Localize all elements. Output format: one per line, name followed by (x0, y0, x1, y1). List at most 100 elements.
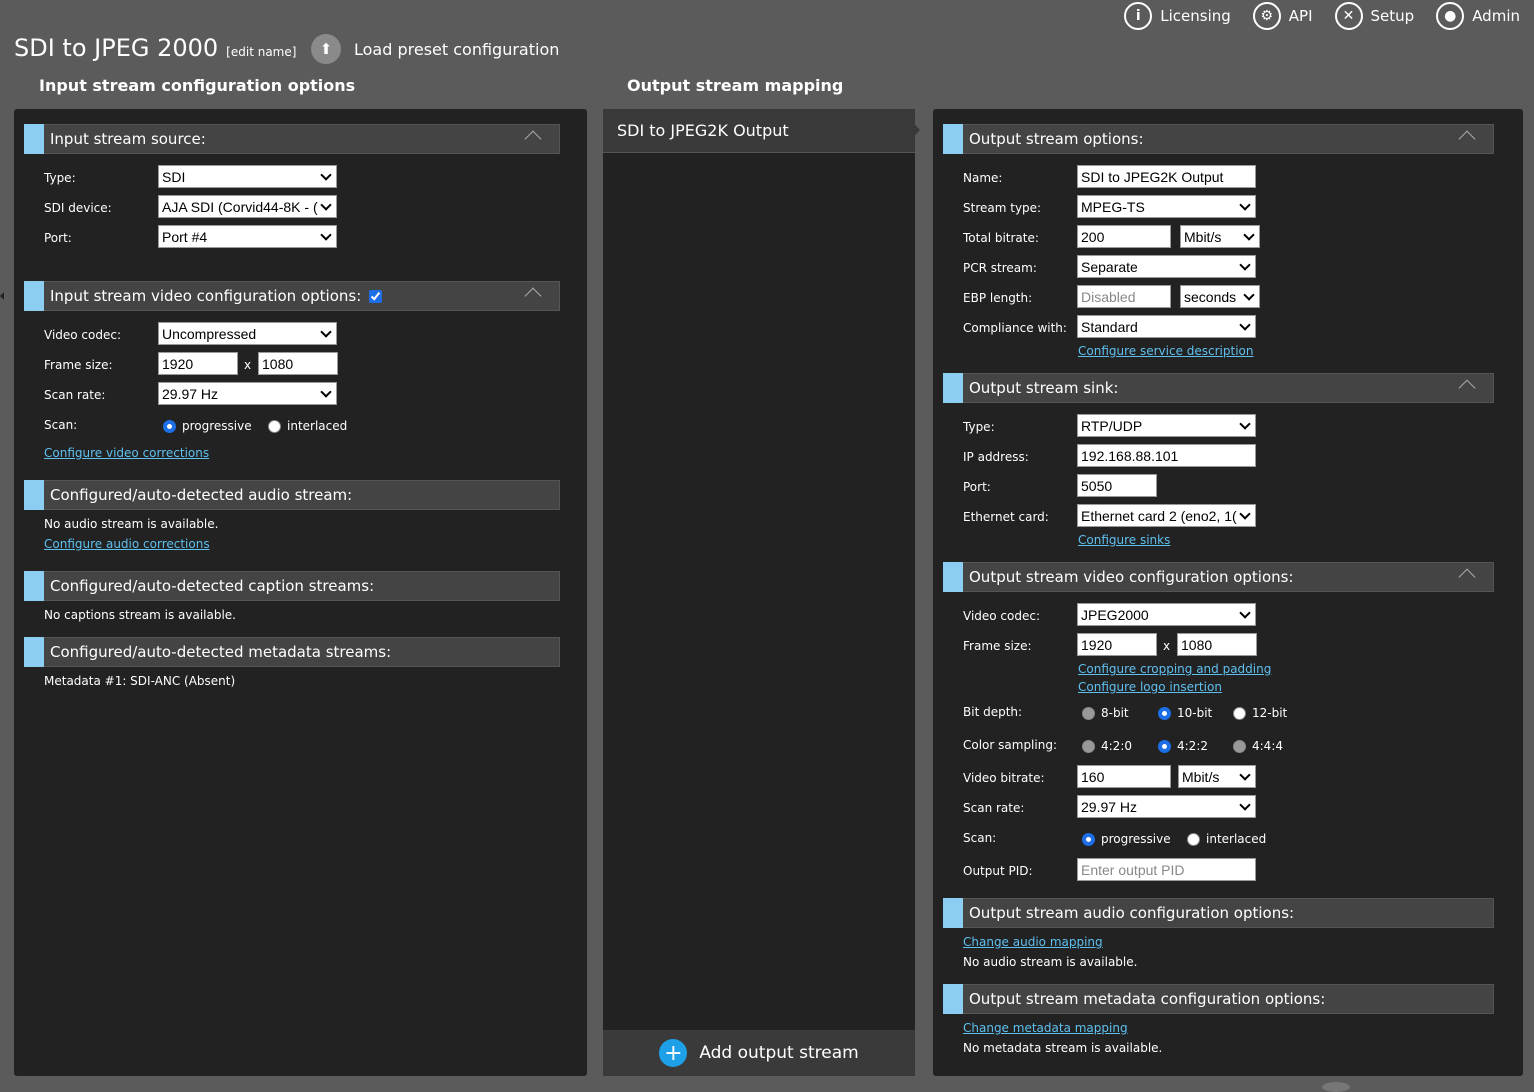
nav-setup-label: Setup (1370, 7, 1415, 25)
output-sink-header[interactable]: Output stream sink: (943, 373, 1494, 403)
chevron-up-icon[interactable] (1458, 130, 1476, 148)
pcr-stream-select[interactable]: Separate (1077, 255, 1256, 278)
chevron-down-icon (320, 198, 332, 211)
output-options-header[interactable]: Output stream options: (943, 124, 1494, 154)
nav-setup[interactable]: ✕ Setup (1334, 2, 1415, 30)
select-value: JPEG2000 (1081, 606, 1149, 623)
type-label: Type: (44, 171, 76, 185)
sink-type-label: Type: (963, 420, 995, 434)
nav-admin[interactable]: ● Admin (1436, 2, 1520, 30)
nav-api[interactable]: ⚙ API (1252, 2, 1313, 30)
out-frame-width-input[interactable]: 1920 (1077, 633, 1157, 656)
load-preset-button[interactable]: ⬆ Load preset configuration (311, 34, 559, 64)
input-captions-header[interactable]: Configured/auto-detected caption streams… (24, 571, 560, 601)
select-value: seconds (1184, 288, 1237, 305)
configure-service-description-link[interactable]: Configure service description (1078, 344, 1254, 358)
ebp-length-input[interactable]: Disabled (1077, 285, 1171, 308)
bitrate-unit-select[interactable]: Mbit/s (1180, 225, 1260, 248)
radio-dot (1158, 706, 1171, 720)
compliance-select[interactable]: Standard (1077, 315, 1256, 338)
chevron-down-icon (320, 385, 332, 398)
radio-label: interlaced (287, 419, 348, 433)
input-source-header[interactable]: Input stream source: (24, 124, 560, 154)
output-audio-header[interactable]: Output stream audio configuration option… (943, 898, 1494, 928)
port-label: Port: (44, 231, 72, 245)
input-metadata-header[interactable]: Configured/auto-detected metadata stream… (24, 637, 560, 667)
total-bitrate-input[interactable]: 200 (1077, 225, 1171, 248)
configure-logo-link[interactable]: Configure logo insertion (1078, 680, 1222, 694)
chevron-up-icon[interactable] (524, 130, 542, 148)
scan-interlaced-radio[interactable]: interlaced (268, 419, 347, 433)
section-title: Input stream source: (50, 130, 206, 148)
total-bitrate-label: Total bitrate: (963, 231, 1039, 245)
radio-dot (1233, 739, 1246, 753)
scan-progressive-radio[interactable]: progressive (163, 419, 252, 433)
select-value: Separate (1081, 258, 1138, 275)
radio-dot (1233, 706, 1246, 720)
ip-address-input[interactable]: 192.168.88.101 (1077, 444, 1256, 467)
section-marker (24, 637, 44, 667)
name-label: Name: (963, 171, 1003, 185)
out-frame-height-input[interactable]: 1080 (1177, 633, 1257, 656)
select-value: Mbit/s (1182, 768, 1220, 785)
add-output-stream-button[interactable]: + Add output stream (603, 1030, 915, 1076)
chevron-up-icon[interactable] (524, 287, 542, 305)
out-scan-rate-select[interactable]: 29.97 Hz (1077, 795, 1256, 818)
bit-depth-8-radio[interactable]: 8-bit (1082, 706, 1129, 720)
video-codec-select[interactable]: Uncompressed (158, 322, 337, 345)
video-bitrate-label: Video bitrate: (963, 771, 1045, 785)
output-metadata-status: No metadata stream is available. (963, 1041, 1163, 1055)
radio-label: 10-bit (1177, 706, 1213, 720)
sampling-444-radio[interactable]: 4:4:4 (1233, 739, 1283, 753)
input-type-select[interactable]: SDI (158, 165, 337, 188)
radio-dot (1082, 706, 1095, 720)
configure-video-corrections-link[interactable]: Configure video corrections (44, 446, 209, 460)
ebp-unit-select[interactable]: seconds (1180, 285, 1260, 308)
out-video-codec-select[interactable]: JPEG2000 (1077, 603, 1256, 626)
chevron-down-icon (320, 168, 332, 181)
configure-sinks-link[interactable]: Configure sinks (1078, 533, 1170, 547)
sampling-420-radio[interactable]: 4:2:0 (1082, 739, 1132, 753)
change-audio-mapping-link[interactable]: Change audio mapping (963, 935, 1103, 949)
sink-port-input[interactable]: 5050 (1077, 474, 1157, 497)
configure-audio-corrections-link[interactable]: Configure audio corrections (44, 537, 210, 551)
output-name-input[interactable]: SDI to JPEG2K Output (1077, 165, 1256, 188)
user-icon: ● (1436, 2, 1465, 30)
scan-rate-select[interactable]: 29.97 Hz (158, 382, 337, 405)
nav-licensing[interactable]: i Licensing (1124, 2, 1231, 30)
frame-height-input[interactable]: 1080 (258, 352, 338, 375)
out-scan-interlaced-radio[interactable]: interlaced (1187, 832, 1266, 846)
stream-type-select[interactable]: MPEG-TS (1077, 195, 1256, 218)
sink-type-select[interactable]: RTP/UDP (1077, 414, 1256, 437)
port-select[interactable]: Port #4 (158, 225, 337, 248)
chevron-down-icon (1239, 198, 1251, 211)
ethernet-card-select[interactable]: Ethernet card 2 (eno2, 1( (1077, 504, 1256, 527)
edit-name-link[interactable]: [edit name] (226, 45, 296, 59)
bit-depth-12-radio[interactable]: 12-bit (1233, 706, 1287, 720)
section-title: Output stream metadata configuration opt… (969, 990, 1326, 1008)
out-scan-progressive-radio[interactable]: progressive (1082, 832, 1171, 846)
metadata-status: Metadata #1: SDI-ANC (Absent) (44, 674, 236, 688)
video-enabled-checkbox[interactable] (369, 289, 383, 303)
output-pid-input[interactable]: Enter output PID (1077, 858, 1256, 881)
change-metadata-mapping-link[interactable]: Change metadata mapping (963, 1021, 1128, 1035)
info-icon: i (1124, 2, 1153, 30)
input-video-header[interactable]: Input stream video configuration options… (24, 281, 560, 311)
video-bitrate-input[interactable]: 160 (1077, 765, 1171, 788)
input-audio-header[interactable]: Configured/auto-detected audio stream: (24, 480, 560, 510)
configure-cropping-link[interactable]: Configure cropping and padding (1078, 662, 1271, 676)
output-video-header[interactable]: Output stream video configuration option… (943, 562, 1494, 592)
sdi-device-select[interactable]: AJA SDI (Corvid44-8K - ( (158, 195, 337, 218)
select-value: Port #4 (162, 228, 208, 245)
chevron-up-icon[interactable] (1458, 568, 1476, 586)
frame-width-input[interactable]: 1920 (158, 352, 238, 375)
section-marker (943, 373, 963, 403)
video-bitrate-unit-select[interactable]: Mbit/s (1178, 765, 1256, 788)
chevron-down-icon (320, 228, 332, 241)
ip-address-label: IP address: (963, 450, 1029, 464)
sampling-422-radio[interactable]: 4:2:2 (1158, 739, 1208, 753)
chevron-up-icon[interactable] (1458, 379, 1476, 397)
output-stream-item[interactable]: SDI to JPEG2K Output (603, 109, 915, 153)
bit-depth-10-radio[interactable]: 10-bit (1158, 706, 1212, 720)
output-metadata-header[interactable]: Output stream metadata configuration opt… (943, 984, 1494, 1014)
